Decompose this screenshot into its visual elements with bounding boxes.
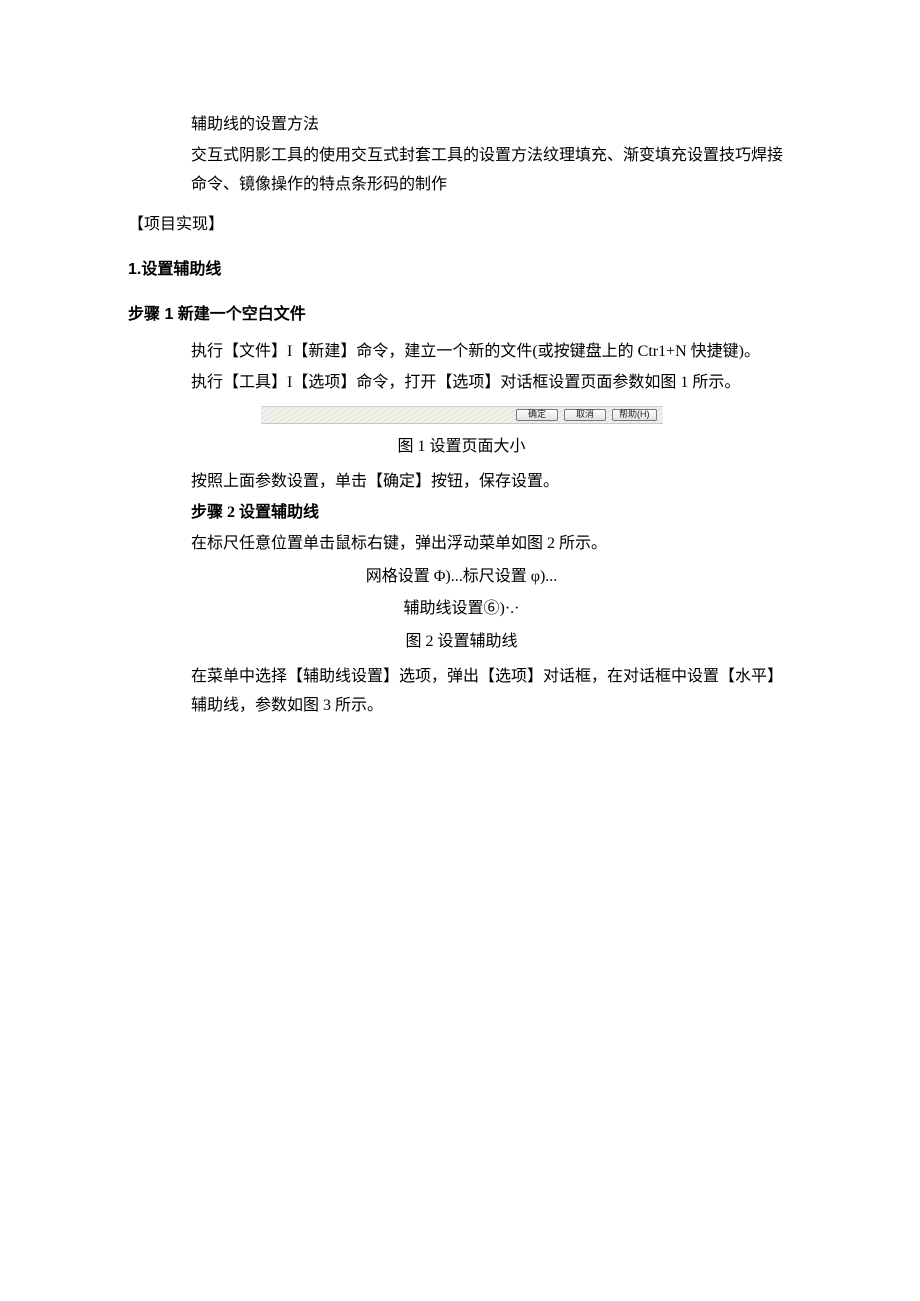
heading-1: 1.设置辅助线 xyxy=(128,255,795,286)
heading-1-text: 设置辅助线 xyxy=(141,261,221,278)
bullet-item-2: 交互式阴影工具的使用交互式封套工具的设置方法纹理填充、渐变填充设置技巧焊接命令、… xyxy=(128,141,795,201)
paragraph-4: 在标尺任意位置单击鼠标右键，弹出浮动菜单如图 2 所示。 xyxy=(128,529,795,560)
context-menu-line-1: 网格设置 Φ)...标尺设置 φ)... xyxy=(128,562,795,593)
heading-step-2: 步骤 2 设置辅助线 xyxy=(128,498,795,529)
document-page: 辅助线的设置方法 交互式阴影工具的使用交互式封套工具的设置方法纹理填充、渐变填充… xyxy=(0,0,920,822)
paragraph-2: 执行【工具】I【选项】命令，打开【选项】对话框设置页面参数如图 1 所示。 xyxy=(128,368,795,399)
paragraph-1: 执行【文件】I【新建】命令，建立一个新的文件(或按键盘上的 Ctr1+N 快捷键… xyxy=(128,337,795,368)
paragraph-3: 按照上面参数设置，单击【确定】按钮，保存设置。 xyxy=(128,467,795,498)
ok-button[interactable]: 确定 xyxy=(516,409,558,421)
dialog-button-row: 确定 取消 帮助(H) xyxy=(128,406,795,424)
figure-1-caption: 图 1 设置页面大小 xyxy=(128,432,795,463)
heading-step-1: 步骤 1 新建一个空白文件 xyxy=(128,300,795,331)
heading-1-number: 1. xyxy=(128,261,141,278)
bullet-item-1: 辅助线的设置方法 xyxy=(128,110,795,141)
paragraph-5: 在菜单中选择【辅助线设置】选项，弹出【选项】对话框，在对话框中设置【水平】辅助线… xyxy=(128,662,795,722)
figure-2-caption: 图 2 设置辅助线 xyxy=(128,627,795,658)
cancel-button[interactable]: 取消 xyxy=(564,409,606,421)
dialog-button-bar: 确定 取消 帮助(H) xyxy=(261,406,663,424)
help-button[interactable]: 帮助(H) xyxy=(612,409,657,421)
section-header: 【项目实现】 xyxy=(128,210,795,241)
context-menu-line-2: 辅助线设置⑥)·.· xyxy=(128,594,795,625)
